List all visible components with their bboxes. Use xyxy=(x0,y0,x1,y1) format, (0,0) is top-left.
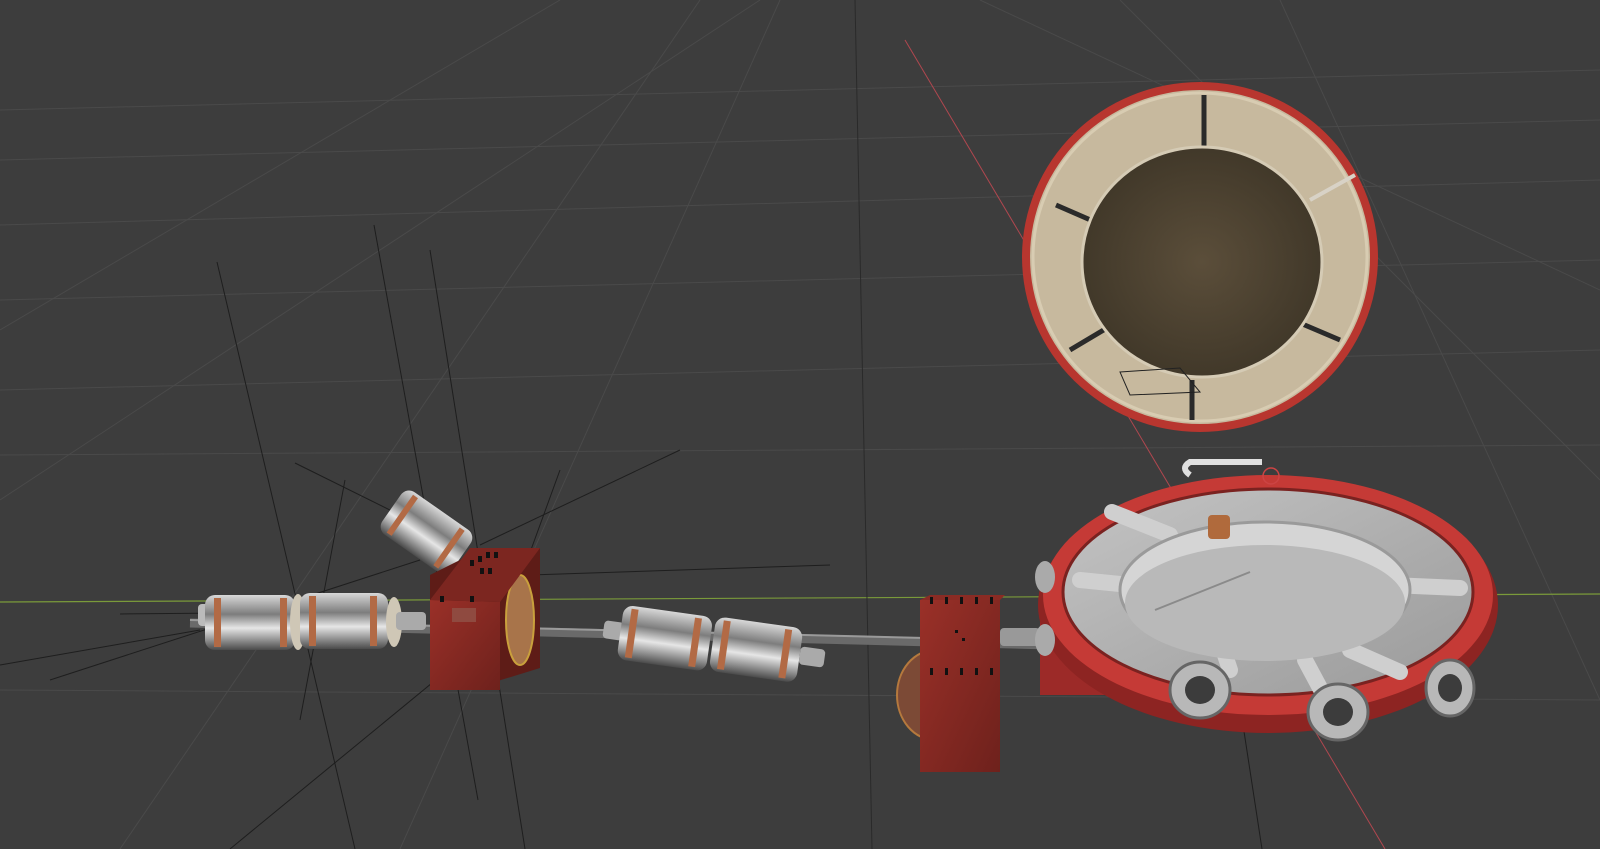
target-chamber[interactable] xyxy=(1035,459,1498,742)
chamber-lid[interactable] xyxy=(1022,82,1378,432)
magnet-coil-4[interactable] xyxy=(709,616,829,686)
z-axis-line xyxy=(854,0,873,849)
scene-canvas[interactable] xyxy=(0,0,1600,849)
dipole-magnet-2[interactable] xyxy=(896,595,1040,772)
magnet-coil-3[interactable] xyxy=(600,602,714,671)
3d-viewport[interactable] xyxy=(0,0,1600,849)
magnet-coil-2[interactable] xyxy=(300,593,426,649)
magnet-coil-1[interactable] xyxy=(198,594,306,650)
dipole-magnet-1[interactable] xyxy=(430,548,540,690)
